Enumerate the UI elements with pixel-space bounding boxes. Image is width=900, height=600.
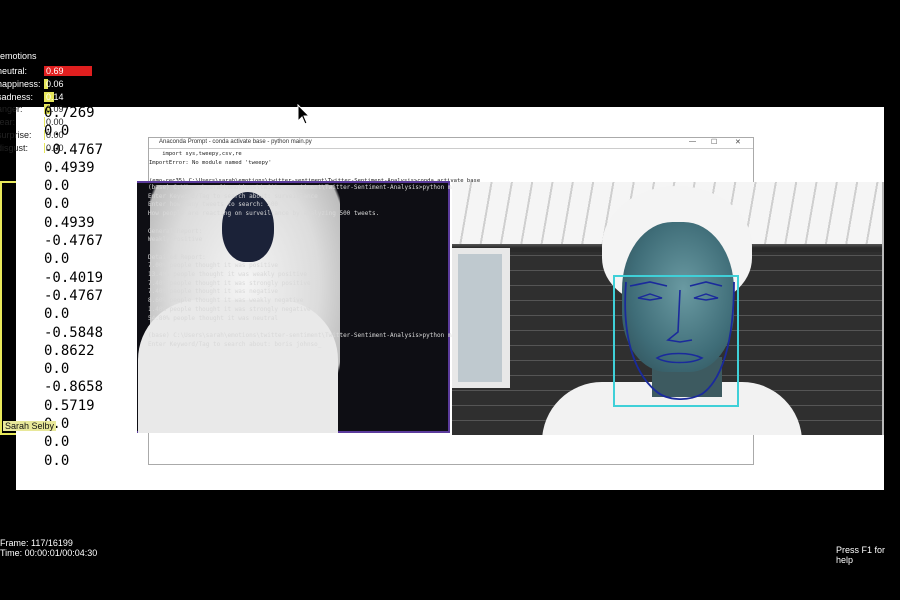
terminal-titlebar[interactable]: Anaconda Prompt - conda activate base - … bbox=[149, 138, 753, 149]
mouth bbox=[655, 352, 704, 364]
close-icon[interactable]: ✕ bbox=[735, 138, 741, 146]
sentiment-score: -0.4767 bbox=[44, 141, 104, 158]
sentiment-score: 0.0 bbox=[44, 123, 70, 140]
sentiment-score: -0.4767 bbox=[44, 287, 104, 304]
sentiment-score: 0.0 bbox=[44, 178, 70, 195]
sentiment-score: 0.0 bbox=[44, 434, 70, 451]
sentiment-score: 0.8622 bbox=[44, 342, 95, 359]
emotion-value: 0.69 bbox=[46, 66, 64, 76]
nose bbox=[666, 289, 693, 343]
sentiment-score: -0.4019 bbox=[44, 269, 104, 286]
right-eyebrow bbox=[689, 281, 723, 287]
terminal-title: Anaconda Prompt - conda activate base - … bbox=[159, 139, 312, 145]
emotion-label: disgust: bbox=[0, 142, 29, 153]
left-eye bbox=[637, 293, 663, 301]
maximize-icon[interactable]: ☐ bbox=[711, 138, 717, 146]
time-counter: Time: 00:00:01/00:04:30 bbox=[0, 548, 98, 558]
frame-counter: Frame: 117/16199 bbox=[0, 538, 73, 548]
sentiment-score: 0.0 bbox=[44, 452, 70, 469]
left-eyebrow bbox=[629, 281, 668, 287]
participant-name-label: Sarah Selby bbox=[3, 421, 57, 431]
frame-info: Frame: 117/16199 Time: 00:00:01/00:04:30 bbox=[0, 538, 97, 558]
emotion-label: sadness: bbox=[0, 91, 34, 102]
sentiment-score: -0.5848 bbox=[44, 324, 104, 341]
sentiment-score: 0.7269 bbox=[44, 105, 95, 121]
sentiment-score: 0.0 bbox=[44, 361, 70, 378]
panel-edge bbox=[882, 182, 884, 435]
sentiment-score: 0.0 bbox=[44, 251, 70, 268]
emotion-value: 0.14 bbox=[46, 91, 64, 102]
help-hint: Press F1 for help bbox=[836, 545, 886, 565]
sentiment-score: -0.4767 bbox=[44, 233, 104, 250]
participant-frame bbox=[0, 181, 16, 435]
minimize-icon[interactable]: — bbox=[689, 138, 696, 145]
sentiment-score: 0.4939 bbox=[44, 214, 95, 231]
emotion-label: anger: bbox=[0, 104, 23, 115]
face-landmark-overlay bbox=[613, 275, 739, 407]
terminal-output: (base) C:\Users\sarah\emotions\twitter-s… bbox=[148, 184, 473, 348]
sentiment-score: 0.0 bbox=[44, 196, 70, 213]
sentiment-score: 0.5719 bbox=[44, 397, 95, 414]
right-eye bbox=[693, 293, 719, 301]
sentiment-score: 0.4939 bbox=[44, 159, 95, 176]
emotions-title: emotions bbox=[0, 51, 37, 61]
emotion-label: surprise: bbox=[0, 130, 32, 140]
emotion-label: fear: bbox=[0, 117, 16, 128]
sentiment-score-list: 0.7269 0.0 -0.4767 0.4939 0.0 0.0 0.4939 -0.476… bbox=[44, 104, 103, 470]
mouse-cursor-icon bbox=[297, 104, 311, 125]
sentiment-score: -0.8658 bbox=[44, 379, 104, 396]
emotion-value: 0.06 bbox=[46, 78, 64, 89]
emotion-label: happiness: bbox=[0, 78, 41, 89]
emotion-label: neutral: bbox=[0, 66, 28, 76]
sentiment-score: 0.0 bbox=[44, 306, 70, 323]
right-video-panel bbox=[452, 182, 884, 435]
